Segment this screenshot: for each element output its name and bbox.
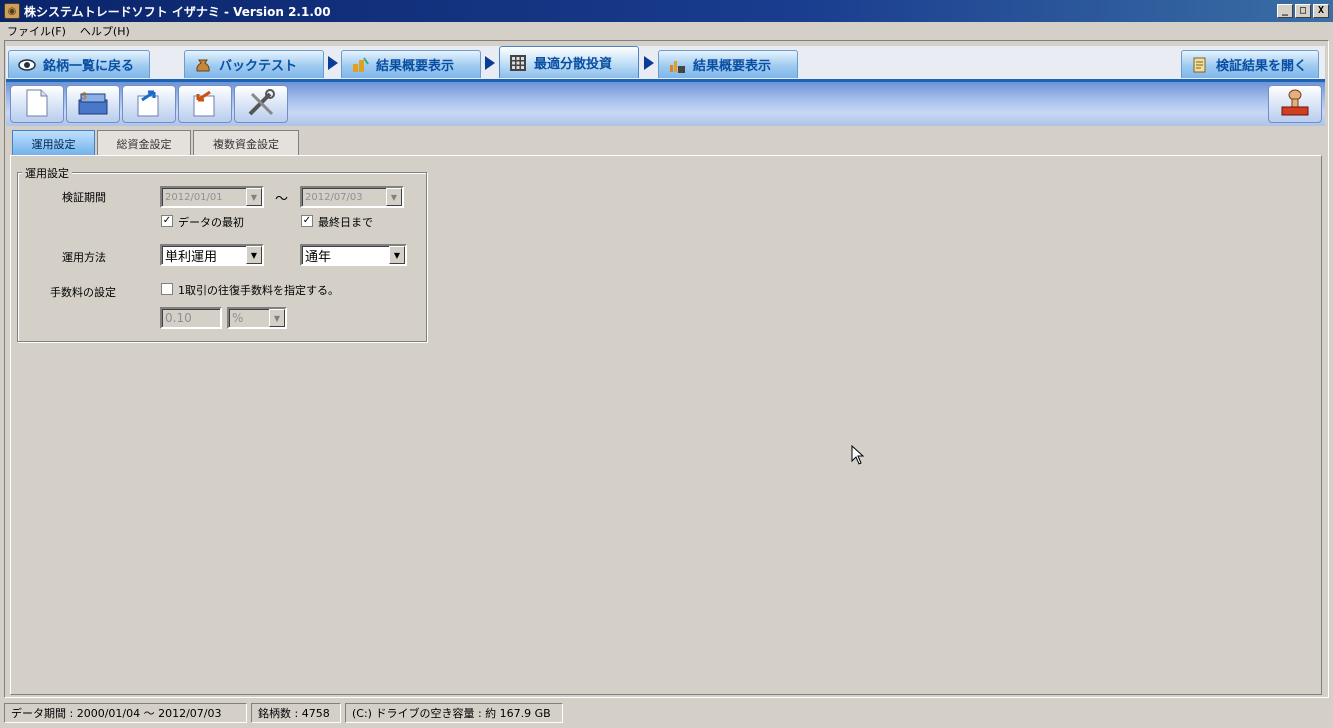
chevron-down-icon[interactable]: ▼ xyxy=(386,188,402,206)
nav-summary-1[interactable]: 結果概要表示 xyxy=(341,50,481,78)
tab-total-fund-settings[interactable]: 総資金設定 xyxy=(97,130,191,156)
status-data-period: データ期間 : 2000/01/04 ～ 2012/07/03 xyxy=(4,703,247,723)
chevron-down-icon[interactable]: ▼ xyxy=(246,188,262,206)
end-date-picker[interactable]: 2012/07/03 ▼ xyxy=(300,186,404,208)
nav-back-label: 銘柄一覧に戻る xyxy=(43,59,135,74)
end-date-value: 2012/07/03 xyxy=(305,191,363,203)
maximize-button[interactable]: □ xyxy=(1295,4,1311,18)
import-icon xyxy=(188,88,222,121)
group-title: 運用設定 xyxy=(22,165,72,181)
date-range-separator: ～ xyxy=(275,192,289,207)
menu-bar: ファイル(F) ヘルプ(H) xyxy=(0,22,1333,40)
nav-backtest-label: バックテスト xyxy=(219,59,298,74)
fee-unit-value: % xyxy=(232,311,244,325)
arrow-icon xyxy=(644,56,654,70)
until-last-day-checkbox[interactable]: ✓ xyxy=(301,215,313,227)
status-stock-count: 銘柄数 : 4758 xyxy=(251,703,341,723)
calculator-icon xyxy=(508,54,528,72)
chevron-down-icon[interactable]: ▼ xyxy=(246,246,262,264)
start-date-picker[interactable]: 2012/01/01 ▼ xyxy=(160,186,264,208)
tab-operation-settings[interactable]: 運用設定 xyxy=(12,130,95,156)
nav-optimize[interactable]: 最適分散投資 xyxy=(499,46,639,78)
svg-text:$: $ xyxy=(81,91,87,102)
toolbar: $ xyxy=(6,82,1325,126)
title-bar: ◉ 株システムトレードソフト イザナミ - Version 2.1.00 _ □… xyxy=(0,0,1333,22)
status-disk-space: (C:) ドライブの空き容量 : 約 167.9 GB xyxy=(345,703,563,723)
open-results-button[interactable]: 検証結果を開く xyxy=(1181,50,1319,78)
money-box-icon: $ xyxy=(75,88,111,121)
method-label: 運用方法 xyxy=(62,251,106,264)
close-button[interactable]: X xyxy=(1313,4,1329,18)
stamp-icon xyxy=(1278,87,1312,122)
export-button[interactable] xyxy=(122,85,176,123)
period-select[interactable]: 通年 ▼ xyxy=(300,244,407,266)
app-icon: ◉ xyxy=(4,3,20,19)
mouse-cursor-icon xyxy=(851,444,865,465)
fund-settings-button[interactable]: $ xyxy=(66,85,120,123)
fee-input[interactable]: 0.10 xyxy=(160,307,222,329)
window-title: 株システムトレードソフト イザナミ - Version 2.1.00 xyxy=(24,4,331,19)
chevron-down-icon[interactable]: ▼ xyxy=(269,309,285,327)
tab-multi-fund-settings[interactable]: 複数資金設定 xyxy=(193,130,299,156)
minimize-button[interactable]: _ xyxy=(1277,4,1293,18)
method-value: 単利運用 xyxy=(165,249,218,265)
status-bar: データ期間 : 2000/01/04 ～ 2012/07/03 銘柄数 : 47… xyxy=(0,700,1333,726)
data-first-checkbox[interactable]: ✓ xyxy=(161,215,173,227)
nav-summary-2-label: 結果概要表示 xyxy=(693,59,772,74)
export-icon xyxy=(132,88,166,121)
arrow-icon xyxy=(328,56,338,70)
coins-icon xyxy=(350,56,370,74)
nav-optimize-label: 最適分散投資 xyxy=(534,57,613,72)
money-bag-icon xyxy=(193,56,213,74)
start-date-value: 2012/01/01 xyxy=(165,191,223,203)
period-label: 検証期間 xyxy=(62,191,106,204)
fee-checkbox[interactable] xyxy=(161,283,173,295)
document-open-icon xyxy=(1190,56,1210,74)
tools-button[interactable] xyxy=(234,85,288,123)
eye-icon xyxy=(17,56,37,74)
fee-value: 0.10 xyxy=(165,311,192,325)
period-value: 通年 xyxy=(305,249,332,265)
new-document-icon xyxy=(24,88,50,121)
nav-back-to-list[interactable]: 銘柄一覧に戻る xyxy=(8,50,150,78)
chevron-down-icon[interactable]: ▼ xyxy=(389,246,405,264)
menu-help[interactable]: ヘルプ(H) xyxy=(73,23,137,39)
arrow-icon xyxy=(485,56,495,70)
nav-summary-2[interactable]: 結果概要表示 xyxy=(658,50,798,78)
fee-label: 手数料の設定 xyxy=(50,286,116,299)
import-button[interactable] xyxy=(178,85,232,123)
data-first-label: データの最初 xyxy=(178,216,244,229)
chart-calc-icon xyxy=(667,56,687,74)
method-select[interactable]: 単利運用 ▼ xyxy=(160,244,264,266)
tools-icon xyxy=(244,88,278,121)
nav-summary-1-label: 結果概要表示 xyxy=(376,59,455,74)
stamp-button[interactable] xyxy=(1268,85,1322,123)
fee-unit-select[interactable]: % ▼ xyxy=(227,307,287,329)
nav-bar: 銘柄一覧に戻る バックテスト 結果概要表示 最適分散投資 結果概要表示 検証結果… xyxy=(6,46,1325,82)
new-button[interactable] xyxy=(10,85,64,123)
open-results-label: 検証結果を開く xyxy=(1216,59,1308,74)
menu-file[interactable]: ファイル(F) xyxy=(0,23,73,39)
settings-tabs: 運用設定 総資金設定 複数資金設定 xyxy=(12,128,301,156)
until-last-day-label: 最終日まで xyxy=(318,216,373,229)
nav-backtest[interactable]: バックテスト xyxy=(184,50,324,78)
fee-check-label: 1取引の往復手数料を指定する。 xyxy=(178,284,339,297)
